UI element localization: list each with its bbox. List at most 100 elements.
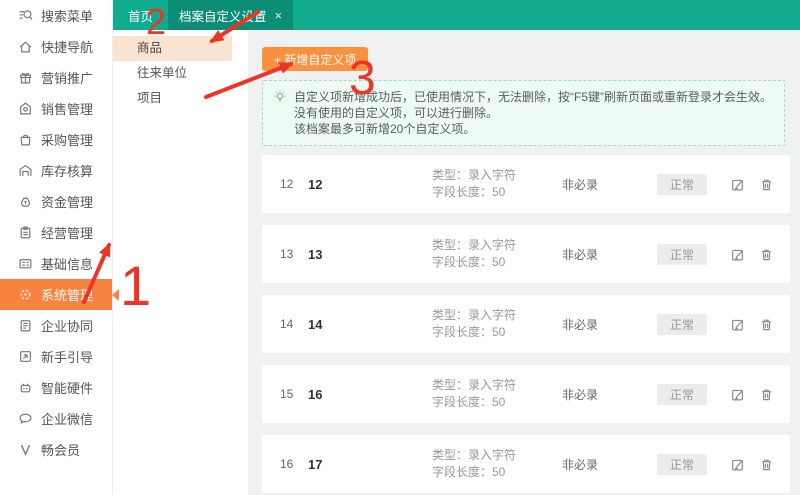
row-index: 13 bbox=[280, 247, 308, 261]
delete-icon[interactable] bbox=[759, 387, 774, 402]
custom-field-list: 12 12 类型：录入字符 字段长度：50 非必录 正常 13 13 类型：录入… bbox=[262, 155, 790, 495]
field-length: 字段长度：50 bbox=[432, 254, 562, 271]
tip-box: 自定义项新增成功后，已使用情况下，无法删除，按“F5键”刷新页面或重新登录才会生… bbox=[262, 80, 785, 146]
status-badge: 正常 bbox=[657, 314, 707, 335]
tip-line: 自定义项新增成功后，已使用情况下，无法删除，按“F5键”刷新页面或重新登录才会生… bbox=[294, 89, 772, 105]
sidebar-item-collaboration[interactable]: 企业协同 bbox=[0, 310, 112, 341]
sidebar-item-label: 企业微信 bbox=[41, 409, 93, 428]
shopping-bag-icon bbox=[18, 132, 33, 147]
sidebar-item-beginner-guide[interactable]: 新手引导 bbox=[0, 341, 112, 372]
sidebar-item-marketing[interactable]: 营销推广 bbox=[0, 62, 112, 93]
collaboration-icon bbox=[18, 318, 33, 333]
gift-icon bbox=[18, 70, 33, 85]
home-icon bbox=[18, 39, 33, 54]
money-bag-icon bbox=[18, 194, 33, 209]
field-required: 非必录 bbox=[562, 176, 657, 193]
sidebar-item-purchasing[interactable]: 采购管理 bbox=[0, 124, 112, 155]
tab-home[interactable]: 首页 bbox=[113, 0, 168, 30]
field-length: 字段长度：50 bbox=[432, 464, 562, 481]
tip-line: 没有使用的自定义项，可以进行删除。 bbox=[294, 105, 772, 121]
sidebar-item-search-menu[interactable]: 搜索菜单 bbox=[0, 0, 112, 31]
main-content: + 新增自定义项 自定义项新增成功后，已使用情况下，无法删除，按“F5键”刷新页… bbox=[248, 30, 800, 495]
edit-icon[interactable] bbox=[730, 177, 745, 192]
tab-archive-custom-settings[interactable]: 档案自定义设置 × bbox=[168, 0, 293, 30]
row-index: 12 bbox=[280, 177, 308, 191]
close-tab-icon[interactable]: × bbox=[275, 9, 283, 22]
sidebar-item-funds[interactable]: 资金管理 bbox=[0, 186, 112, 217]
field-length: 字段长度：50 bbox=[432, 324, 562, 341]
info-card-icon bbox=[18, 256, 33, 271]
field-length: 字段长度：50 bbox=[432, 394, 562, 411]
field-name: 12 bbox=[308, 177, 432, 192]
edit-icon[interactable] bbox=[730, 247, 745, 262]
sidebar-item-smart-hardware[interactable]: 智能硬件 bbox=[0, 372, 112, 403]
topbar: 首页 档案自定义设置 × bbox=[113, 0, 800, 30]
chat-bubble-icon bbox=[18, 411, 33, 426]
search-menu-icon bbox=[18, 8, 33, 23]
field-type-info: 类型：录入字符 字段长度：50 bbox=[432, 447, 562, 481]
sidebar-item-label: 搜索菜单 bbox=[41, 6, 93, 25]
app-window: 搜索菜单 快捷导航 营销推广 销售管理 采购管理 库存核算 资金管理 经营管理 bbox=[0, 0, 800, 495]
delete-icon[interactable] bbox=[759, 317, 774, 332]
edit-icon[interactable] bbox=[730, 457, 745, 472]
submenu-item-partners[interactable]: 往来单位 bbox=[113, 61, 232, 86]
shop-icon bbox=[18, 101, 33, 116]
status-badge: 正常 bbox=[657, 174, 707, 195]
tab-label: 档案自定义设置 bbox=[179, 6, 267, 25]
field-type-info: 类型：录入字符 字段长度：50 bbox=[432, 237, 562, 271]
field-type: 类型：录入字符 bbox=[432, 167, 562, 184]
clipboard-icon bbox=[18, 225, 33, 240]
row-index: 16 bbox=[280, 457, 308, 471]
sidebar-item-label: 基础信息 bbox=[41, 254, 93, 273]
field-name: 13 bbox=[308, 247, 432, 262]
lightbulb-icon bbox=[273, 90, 287, 104]
sidebar-item-quick-nav[interactable]: 快捷导航 bbox=[0, 31, 112, 62]
field-name: 16 bbox=[308, 387, 432, 402]
sidebar-item-label: 快捷导航 bbox=[41, 37, 93, 56]
sidebar-item-system-management[interactable]: 系统管理 bbox=[0, 279, 112, 310]
submenu-item-goods[interactable]: 商品 bbox=[113, 36, 232, 61]
sidebar-item-label: 畅会员 bbox=[41, 440, 80, 459]
sidebar-item-label: 新手引导 bbox=[41, 347, 93, 366]
robot-icon bbox=[18, 380, 33, 395]
sidebar-item-label: 营销推广 bbox=[41, 68, 93, 87]
sidebar-item-operations[interactable]: 经营管理 bbox=[0, 217, 112, 248]
field-required: 非必录 bbox=[562, 246, 657, 263]
delete-icon[interactable] bbox=[759, 457, 774, 472]
sidebar-item-sales[interactable]: 销售管理 bbox=[0, 93, 112, 124]
sidebar-item-label: 库存核算 bbox=[41, 161, 93, 180]
field-type: 类型：录入字符 bbox=[432, 237, 562, 254]
gear-icon bbox=[18, 287, 33, 302]
delete-icon[interactable] bbox=[759, 247, 774, 262]
sidebar-item-label: 系统管理 bbox=[41, 285, 93, 304]
tab-label: 首页 bbox=[128, 6, 153, 25]
archive-type-panel: 商品 往来单位 项目 bbox=[113, 30, 248, 495]
custom-field-row: 13 13 类型：录入字符 字段长度：50 非必录 正常 bbox=[262, 225, 790, 283]
sidebar-item-inventory[interactable]: 库存核算 bbox=[0, 155, 112, 186]
tip-text: 自定义项新增成功后，已使用情况下，无法删除，按“F5键”刷新页面或重新登录才会生… bbox=[294, 89, 772, 137]
add-custom-field-button[interactable]: + 新增自定义项 bbox=[262, 47, 368, 71]
field-type: 类型：录入字符 bbox=[432, 447, 562, 464]
row-index: 15 bbox=[280, 387, 308, 401]
custom-field-row: 16 17 类型：录入字符 字段长度：50 非必录 正常 bbox=[262, 435, 790, 493]
custom-field-row: 15 16 类型：录入字符 字段长度：50 非必录 正常 bbox=[262, 365, 790, 423]
submenu-item-projects[interactable]: 项目 bbox=[113, 86, 232, 111]
sidebar-item-enterprise-wechat[interactable]: 企业微信 bbox=[0, 403, 112, 434]
sidebar-item-label: 智能硬件 bbox=[41, 378, 93, 397]
edit-icon[interactable] bbox=[730, 387, 745, 402]
sidebar-item-label: 资金管理 bbox=[41, 192, 93, 211]
field-type-info: 类型：录入字符 字段长度：50 bbox=[432, 167, 562, 201]
delete-icon[interactable] bbox=[759, 177, 774, 192]
sidebar-item-member[interactable]: 畅会员 bbox=[0, 434, 112, 465]
status-badge: 正常 bbox=[657, 384, 707, 405]
custom-field-row: 14 14 类型：录入字符 字段长度：50 非必录 正常 bbox=[262, 295, 790, 353]
field-required: 非必录 bbox=[562, 456, 657, 473]
field-required: 非必录 bbox=[562, 316, 657, 333]
field-length: 字段长度：50 bbox=[432, 184, 562, 201]
edit-icon[interactable] bbox=[730, 317, 745, 332]
sidebar-item-basic-info[interactable]: 基础信息 bbox=[0, 248, 112, 279]
guide-icon bbox=[18, 349, 33, 364]
field-name: 17 bbox=[308, 457, 432, 472]
status-badge: 正常 bbox=[657, 454, 707, 475]
field-type-info: 类型：录入字符 字段长度：50 bbox=[432, 377, 562, 411]
